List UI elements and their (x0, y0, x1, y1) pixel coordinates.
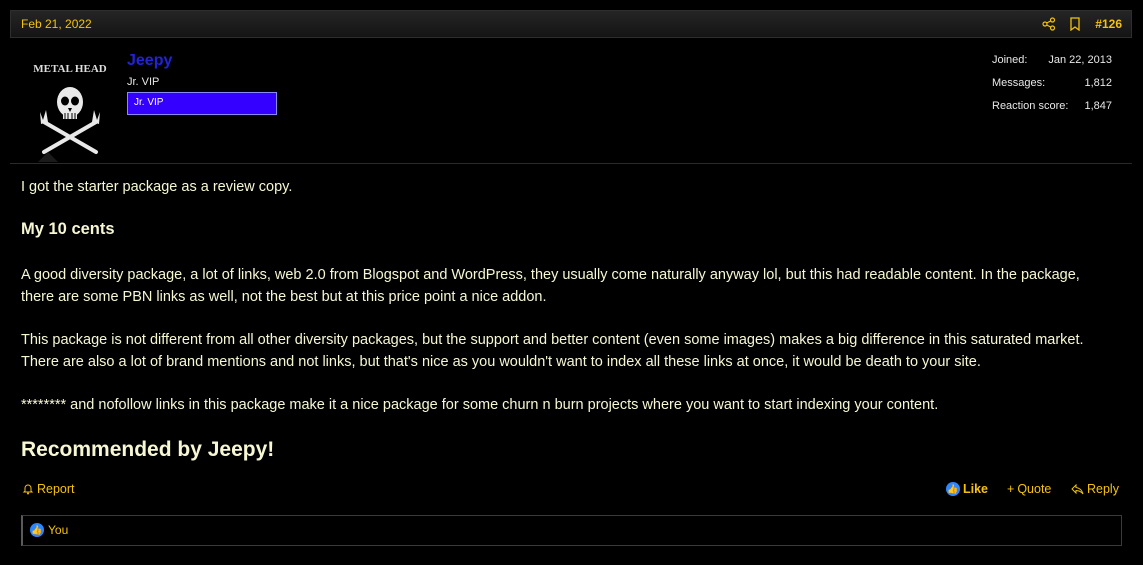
user-banner: Jr. VIP (127, 92, 277, 115)
user-stats: Joined: Jan 22, 2013 Messages: 1,812 Rea… (992, 54, 1112, 123)
stat-value: 1,847 (1084, 100, 1112, 112)
post-date[interactable]: Feb 21, 2022 (21, 17, 92, 31)
like-icon: 👍 (946, 482, 960, 496)
avatar[interactable]: METAL HEAD (32, 52, 108, 162)
user-title: Jr. VIP (127, 76, 160, 88)
reply-icon (1071, 483, 1084, 494)
post-heading-recommend: Recommended by Jeepy! (21, 438, 275, 461)
stat-value: 1,812 (1084, 77, 1112, 89)
reactions-by[interactable]: You (48, 523, 68, 537)
post-paragraph: ******** and nofollow links in this pack… (21, 397, 939, 413)
username-link[interactable]: Jeepy (127, 52, 172, 70)
user-block: METAL HEAD Jeepy Jr. VIP Jr. VIP Joined:… (10, 38, 1132, 164)
post-header: Feb 21, 2022 #126 (10, 10, 1132, 38)
bookmark-icon[interactable] (1069, 17, 1081, 31)
bell-icon (22, 484, 34, 495)
post-paragraph: This package is not different from all o… (21, 332, 1084, 370)
reactions-bar[interactable]: 👍 You (21, 515, 1122, 546)
avatar-logo-text: METAL HEAD (33, 63, 107, 75)
reply-button[interactable]: Reply (1071, 482, 1119, 496)
post-paragraph: I got the starter package as a review co… (21, 179, 293, 195)
like-button[interactable]: 👍 Like (946, 482, 988, 496)
plus-icon: + (1007, 482, 1015, 496)
report-button[interactable]: Report (22, 482, 75, 496)
stat-value: Jan 22, 2013 (1048, 54, 1112, 66)
quote-label: Quote (1017, 482, 1052, 496)
like-label: Like (963, 482, 989, 496)
post-actions: Report 👍 Like + Quote Reply (22, 482, 1122, 500)
stat-joined: Joined: Jan 22, 2013 (992, 54, 1112, 77)
stat-label: Reaction score: (992, 100, 1069, 112)
stat-label: Joined: (992, 54, 1028, 66)
stat-messages: Messages: 1,812 (992, 77, 1112, 100)
message-pointer (38, 152, 58, 162)
post-paragraph: A good diversity package, a lot of links… (21, 267, 1080, 305)
stat-label: Messages: (992, 77, 1046, 89)
post-heading: My 10 cents (21, 220, 115, 238)
share-icon[interactable] (1042, 17, 1056, 31)
quote-button[interactable]: + Quote (1007, 482, 1051, 496)
report-label: Report (37, 482, 75, 496)
post-number-link[interactable]: #126 (1095, 17, 1122, 31)
stat-reaction-score: Reaction score: 1,847 (992, 100, 1112, 123)
reply-label: Reply (1087, 482, 1119, 496)
like-icon: 👍 (30, 523, 44, 537)
